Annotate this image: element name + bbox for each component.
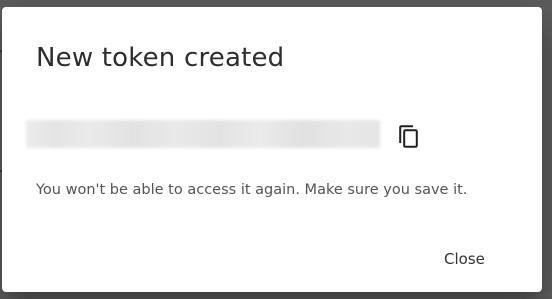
close-button[interactable]: Close	[428, 241, 501, 277]
token-value-redacted[interactable]	[26, 120, 380, 148]
dialog-title: New token created	[36, 43, 285, 73]
copy-token-button[interactable]	[398, 123, 424, 151]
copy-icon	[399, 125, 418, 148]
dialog-message: You won't be able to access it again. Ma…	[36, 182, 468, 198]
token-created-dialog: New token created You won't be able to a…	[2, 7, 542, 292]
